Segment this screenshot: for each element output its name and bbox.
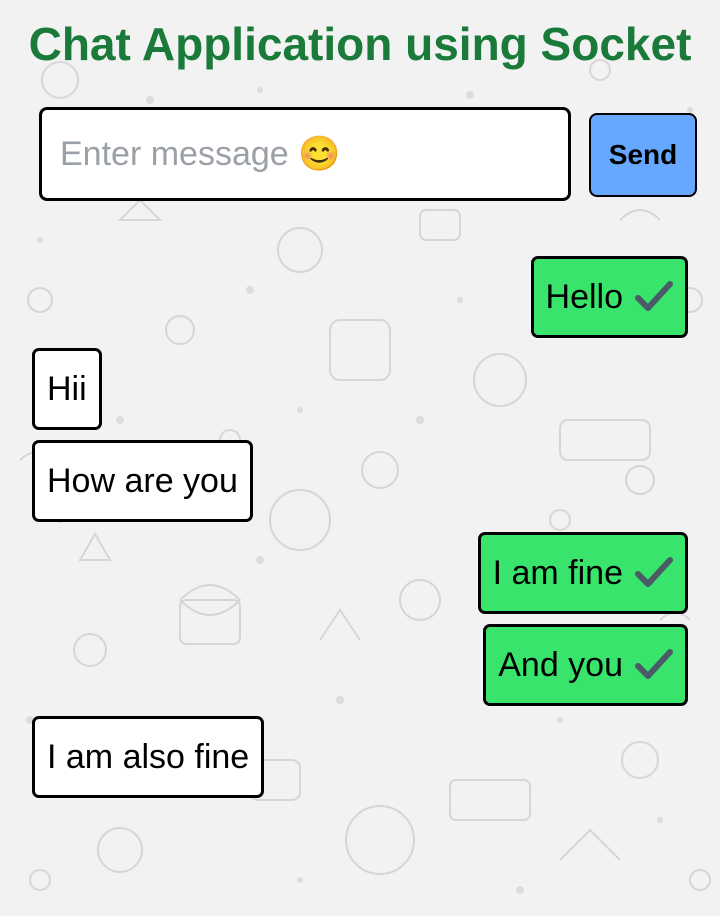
- message-text: How are you: [47, 461, 238, 500]
- message-row: How are you: [0, 440, 720, 532]
- message-composer: Send: [39, 107, 699, 203]
- sent-message-bubble: And you: [483, 624, 688, 706]
- message-row: Hii: [0, 348, 720, 440]
- message-row: I am also fine: [0, 716, 720, 808]
- chat-app: Chat Application using Socket Send Hello…: [0, 0, 720, 916]
- received-message-bubble: How are you: [32, 440, 253, 522]
- message-text: Hii: [47, 369, 87, 408]
- message-row: I am fine: [0, 532, 720, 624]
- message-text: And you: [498, 645, 623, 684]
- message-list: Hello Hii How are you I am fine And you …: [0, 256, 720, 808]
- message-text: I am fine: [492, 553, 623, 592]
- message-text: I am also fine: [47, 737, 250, 776]
- received-message-bubble: Hii: [32, 348, 102, 430]
- check-mark-icon: [635, 281, 673, 311]
- check-mark-icon: [635, 557, 673, 587]
- send-button[interactable]: Send: [589, 113, 697, 197]
- message-row: Hello: [0, 256, 720, 348]
- received-message-bubble: I am also fine: [32, 716, 265, 798]
- page-title: Chat Application using Socket: [28, 18, 692, 70]
- message-text: Hello: [545, 277, 623, 316]
- message-row: And you: [0, 624, 720, 716]
- sent-message-bubble: I am fine: [477, 532, 688, 614]
- check-mark-icon: [635, 649, 673, 679]
- sent-message-bubble: Hello: [530, 256, 688, 338]
- message-input[interactable]: [39, 107, 571, 201]
